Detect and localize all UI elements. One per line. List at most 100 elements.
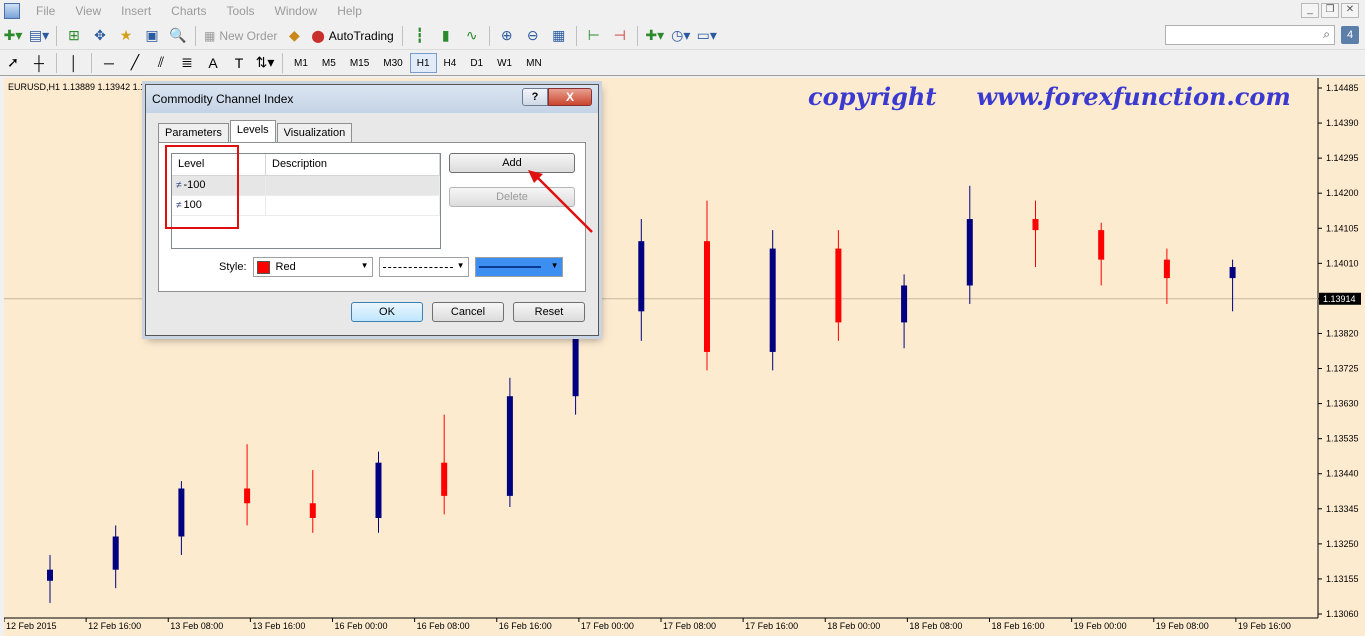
candle-body (901, 285, 908, 323)
candle-body (309, 503, 316, 519)
menu-window[interactable]: Window (265, 4, 328, 18)
menu-insert[interactable]: Insert (111, 4, 161, 18)
navigator-icon[interactable]: ✥ (89, 25, 111, 47)
crosshair-icon[interactable]: ┼ (28, 52, 50, 74)
color-swatch (256, 260, 270, 274)
tab-levels[interactable]: Levels (229, 120, 276, 142)
timeframe-d1[interactable]: D1 (463, 53, 490, 73)
candle-body (638, 241, 645, 312)
timeframe-mn[interactable]: MN (519, 53, 549, 73)
menu-tools[interactable]: Tools (217, 4, 265, 18)
x-tick-label: 13 Feb 16:00 (252, 621, 305, 631)
new-chart-icon[interactable]: ✚▾ (2, 25, 24, 47)
timeframe-m30[interactable]: M30 (376, 53, 409, 73)
market-watch-icon[interactable]: ⊞ (63, 25, 85, 47)
templates-icon[interactable]: ▭▾ (696, 25, 718, 47)
close-window-icon[interactable]: ✕ (1341, 3, 1359, 18)
watermark-url: www.forexfunction.com (976, 82, 1291, 111)
candle-body (46, 569, 53, 581)
trendline-icon[interactable]: ╱ (124, 52, 146, 74)
chart-shift-icon[interactable]: ⊣ (609, 25, 631, 47)
close-button[interactable]: X (548, 88, 592, 106)
text-label-icon[interactable]: T (228, 52, 250, 74)
notification-badge[interactable]: 4 (1341, 26, 1359, 44)
candle-body (966, 219, 973, 286)
auto-scroll-icon[interactable]: ⊢ (583, 25, 605, 47)
color-select[interactable]: Red ▼ (252, 257, 373, 277)
menu-file[interactable]: File (26, 4, 65, 18)
add-button[interactable]: Add (449, 153, 575, 173)
timeframe-m15[interactable]: M15 (343, 53, 376, 73)
x-tick-label: 17 Feb 00:00 (581, 621, 634, 631)
y-tick-label: 1.13820 (1326, 328, 1359, 338)
chevron-down-icon: ▼ (456, 261, 465, 270)
text-icon[interactable]: A (202, 52, 224, 74)
ok-button[interactable]: OK (351, 302, 423, 322)
timeframe-w1[interactable]: W1 (490, 53, 519, 73)
vertical-line-icon[interactable]: │ (63, 52, 85, 74)
solid-line-icon (478, 266, 541, 268)
watermark: copyright www.forexfunction.com (808, 82, 1291, 111)
menu-charts[interactable]: Charts (161, 4, 216, 18)
toolbar-separator (401, 25, 403, 46)
x-tick-label: 16 Feb 08:00 (417, 621, 470, 631)
timeframe-m5[interactable]: M5 (315, 53, 343, 73)
horizontal-line-icon[interactable]: ─ (98, 52, 120, 74)
help-button[interactable]: ? (522, 88, 548, 106)
level-description-cell[interactable] (266, 196, 440, 215)
dialog-title-buttons: ? X (522, 88, 592, 106)
minimize-icon[interactable]: _ (1301, 3, 1319, 18)
autotrading-icon: ⬤ (311, 28, 325, 43)
bar-chart-icon[interactable]: ┇ (409, 25, 431, 47)
y-tick-label: 1.13630 (1326, 399, 1359, 409)
candle-body (835, 248, 842, 323)
new-order-button[interactable]: ▦ New Order (200, 29, 281, 43)
autotrading-button[interactable]: ⬤ AutoTrading (307, 29, 397, 43)
timeframe-h4[interactable]: H4 (437, 53, 464, 73)
new-order-icon: ▦ (204, 28, 216, 43)
fibonacci-icon[interactable]: ≣ (176, 52, 198, 74)
candle-body (1163, 259, 1170, 279)
app-icon (4, 3, 20, 19)
periods-icon[interactable]: ◷▾ (670, 25, 692, 47)
x-tick-label: 18 Feb 16:00 (992, 621, 1045, 631)
profiles-icon[interactable]: ▤▾ (28, 25, 50, 47)
cancel-button[interactable]: Cancel (432, 302, 504, 322)
y-tick-label: 1.14485 (1326, 83, 1359, 93)
terminal-icon[interactable]: ▣ (141, 25, 163, 47)
line-chart-icon[interactable]: ∿ (461, 25, 483, 47)
main-toolbar: ✚▾ ▤▾ ⊞ ✥ ★ ▣ 🔍 ▦ New Order ◆ ⬤ AutoTrad… (0, 22, 1365, 50)
strategy-tester-icon[interactable]: 🔍 (167, 25, 189, 47)
menu-view[interactable]: View (65, 4, 111, 18)
menu-help[interactable]: Help (327, 4, 372, 18)
candle-body (769, 248, 776, 352)
indicators-icon[interactable]: ✚▾ (644, 25, 666, 47)
timeframe-h1[interactable]: H1 (409, 52, 437, 73)
channel-icon[interactable]: ⫽ (150, 52, 172, 74)
search-input[interactable]: ⌕ (1165, 25, 1335, 45)
delete-button[interactable]: Delete (449, 187, 575, 207)
column-description[interactable]: Description (266, 154, 440, 175)
reset-button[interactable]: Reset (513, 302, 585, 322)
x-tick-label: 12 Feb 16:00 (88, 621, 141, 631)
zoom-out-icon[interactable]: ⊖ (522, 25, 544, 47)
meta-editor-icon[interactable]: ◆ (283, 25, 305, 47)
level-description-cell[interactable] (266, 176, 440, 195)
line-width-select[interactable]: ▼ (474, 257, 563, 277)
cursor-icon[interactable]: ➚ (2, 52, 24, 74)
line-style-select[interactable]: ▼ (378, 257, 469, 277)
candlestick-icon[interactable]: ▮ (435, 25, 457, 47)
current-price-label: 1.13914 (1323, 294, 1356, 304)
favorites-icon[interactable]: ★ (115, 25, 137, 47)
candle-body (703, 241, 710, 352)
timeframe-m1[interactable]: M1 (287, 53, 315, 73)
y-tick-label: 1.14390 (1326, 118, 1359, 128)
y-tick-label: 1.14295 (1326, 153, 1359, 163)
toolbar-separator (636, 25, 638, 46)
tile-windows-icon[interactable]: ▦ (548, 25, 570, 47)
zoom-in-icon[interactable]: ⊕ (496, 25, 518, 47)
x-tick-label: 17 Feb 08:00 (663, 621, 716, 631)
arrows-icon[interactable]: ⇅▾ (254, 52, 276, 74)
search-icon[interactable]: ⌕ (1323, 27, 1330, 42)
restore-icon[interactable]: ❐ (1321, 3, 1339, 18)
